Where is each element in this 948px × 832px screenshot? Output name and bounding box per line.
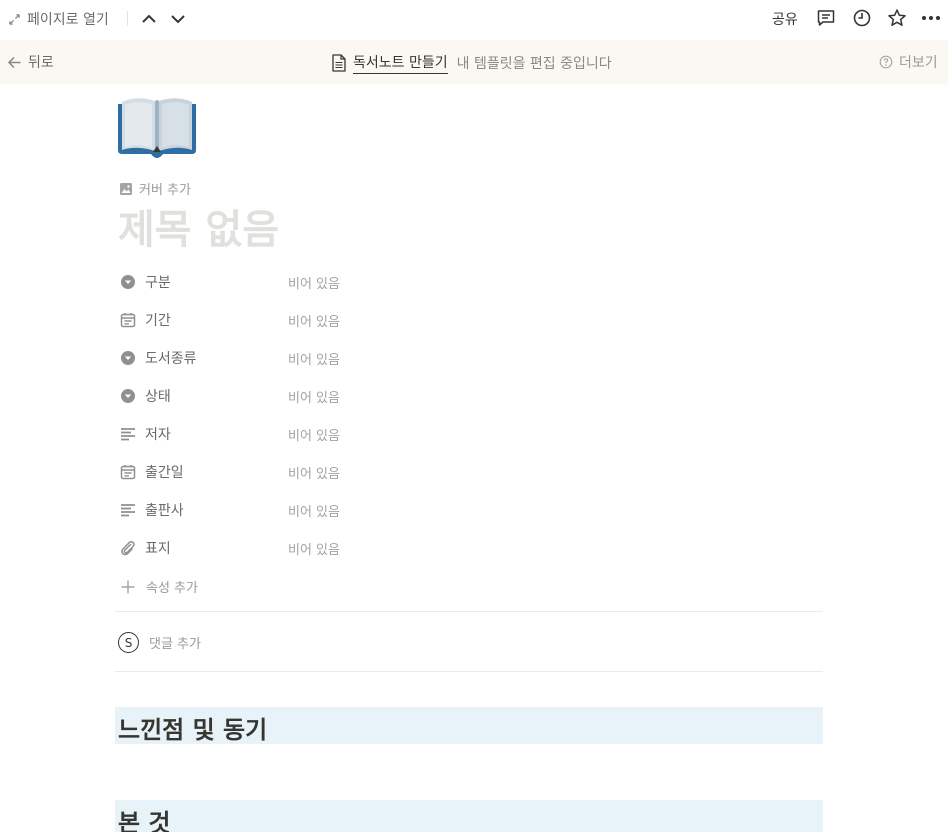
select-icon xyxy=(121,275,135,289)
property-name: 도서종류 xyxy=(145,351,197,367)
back-label: 뒤로 xyxy=(28,55,54,71)
property-name: 기간 xyxy=(145,313,171,329)
property-value[interactable]: 비어 있음 xyxy=(288,273,340,292)
share-button[interactable]: 공유 xyxy=(772,9,798,29)
property-value[interactable]: 비어 있음 xyxy=(288,539,340,558)
select-icon xyxy=(121,351,135,365)
learn-more-button[interactable]: 더보기 xyxy=(879,52,938,72)
text-lines-icon xyxy=(121,504,135,517)
property-value[interactable]: 비어 있음 xyxy=(288,425,340,444)
divider xyxy=(115,611,823,612)
property-row[interactable]: 출간일 비어 있음 xyxy=(117,457,823,487)
editing-template-note: 내 템플릿을 편집 중입니다 xyxy=(456,56,612,72)
property-name: 저자 xyxy=(145,427,171,443)
calendar-icon xyxy=(120,313,136,328)
heading-block[interactable]: 본 것 xyxy=(115,800,823,832)
add-property-button[interactable]: 속성 추가 xyxy=(120,577,198,596)
divider xyxy=(127,11,128,26)
calendar-icon xyxy=(120,465,136,480)
property-name: 구분 xyxy=(145,275,171,291)
property-name: 출간일 xyxy=(145,465,184,481)
chevron-down-icon[interactable] xyxy=(169,10,187,28)
add-cover-button[interactable]: 커버 추가 xyxy=(119,179,191,198)
property-value[interactable]: 비어 있음 xyxy=(288,501,340,520)
property-value[interactable]: 비어 있음 xyxy=(288,463,340,482)
arrow-left-icon xyxy=(7,56,21,68)
property-name: 표지 xyxy=(145,541,171,557)
select-icon xyxy=(121,389,135,403)
plus-icon xyxy=(121,580,135,593)
add-property-label: 속성 추가 xyxy=(146,581,198,596)
expand-arrows-icon xyxy=(9,13,20,25)
property-row[interactable]: 출판사 비어 있음 xyxy=(117,495,823,525)
property-row[interactable]: 저자 비어 있음 xyxy=(117,419,823,449)
property-name: 상태 xyxy=(145,389,171,405)
learn-more-label: 더보기 xyxy=(899,55,938,71)
image-icon xyxy=(120,182,132,195)
property-value[interactable]: 비어 있음 xyxy=(288,387,340,406)
property-value[interactable]: 비어 있음 xyxy=(288,311,340,330)
add-comment-placeholder: 댓글 추가 xyxy=(149,637,201,652)
avatar: S xyxy=(118,632,139,653)
add-cover-label: 커버 추가 xyxy=(139,183,191,198)
page-title-input[interactable]: 제목 없음 xyxy=(118,204,279,256)
heading-text: 본 것 xyxy=(118,809,171,832)
property-row[interactable]: 상태 비어 있음 xyxy=(117,381,823,411)
heading-block[interactable]: 느낀점 및 동기 xyxy=(115,707,823,744)
template-info: 독서노트 만들기 내 템플릿을 편집 중입니다 xyxy=(331,52,612,74)
property-name: 출판사 xyxy=(145,503,184,519)
clock-icon[interactable] xyxy=(852,8,872,28)
property-row[interactable]: 도서종류 비어 있음 xyxy=(117,343,823,373)
property-row[interactable]: 구분 비어 있음 xyxy=(117,267,823,297)
property-row[interactable]: 표지 비어 있음 xyxy=(117,533,823,563)
chevron-up-icon[interactable] xyxy=(140,10,158,28)
open-book-icon[interactable] xyxy=(117,96,197,158)
paperclip-icon xyxy=(121,540,135,556)
back-button[interactable]: 뒤로 xyxy=(7,52,54,72)
more-icon[interactable] xyxy=(921,8,941,28)
top-bar: 페이지로 열기 공유 xyxy=(0,0,948,38)
open-as-page-label: 페이지로 열기 xyxy=(27,12,109,28)
divider xyxy=(115,671,823,672)
text-lines-icon xyxy=(121,428,135,441)
add-comment-input[interactable]: S 댓글 추가 xyxy=(118,632,201,653)
help-circle-icon xyxy=(879,55,893,69)
comment-icon[interactable] xyxy=(816,8,836,28)
star-icon[interactable] xyxy=(887,8,907,28)
document-icon xyxy=(332,54,346,72)
property-value[interactable]: 비어 있음 xyxy=(288,349,340,368)
heading-text: 느낀점 및 동기 xyxy=(118,716,268,744)
property-row[interactable]: 기간 비어 있음 xyxy=(117,305,823,335)
open-as-page-button[interactable]: 페이지로 열기 xyxy=(8,9,109,29)
template-name-link[interactable]: 독서노트 만들기 xyxy=(353,52,448,74)
